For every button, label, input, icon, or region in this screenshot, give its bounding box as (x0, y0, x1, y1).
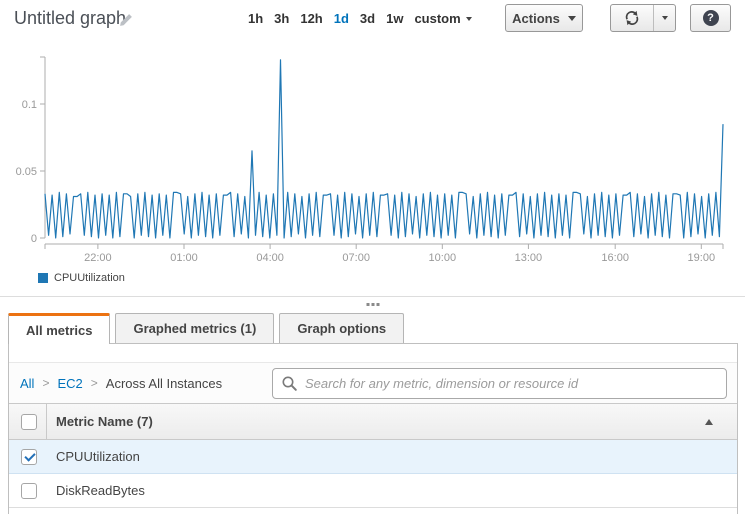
refresh-button[interactable] (611, 5, 654, 31)
row-checkbox[interactable] (21, 483, 37, 499)
tab-all-metrics[interactable]: All metrics (8, 313, 110, 344)
metrics-panel: All > EC2 > Across All Instances Metric Name… (8, 343, 738, 514)
time-range-1w[interactable]: 1w (386, 11, 403, 26)
chevron-down-icon (568, 16, 576, 21)
breadcrumb-item-across-all-instances: Across All Instances (106, 376, 222, 391)
breadcrumb-separator: > (42, 376, 49, 390)
y-tick-label: 0 (31, 233, 37, 245)
search-icon (281, 375, 298, 392)
refresh-button-group (610, 4, 676, 32)
cloudwatch-metrics-page: Untitled graph 1h 3h 12h 1d 3d 1w custom Actio… (0, 0, 745, 514)
table-row-cpuutilization[interactable]: CPUUtilization (9, 440, 737, 474)
help-button[interactable]: ? (690, 4, 731, 32)
pencil-icon[interactable] (118, 12, 134, 28)
chevron-down-icon (466, 17, 472, 21)
tab-graphed-metrics-1[interactable]: Graphed metrics (1) (115, 313, 274, 343)
actions-button[interactable]: Actions (505, 4, 583, 32)
legend-swatch (38, 273, 48, 283)
breadcrumb-item-ec2[interactable]: EC2 (57, 376, 82, 391)
x-tick-label: 19:00 (688, 252, 716, 264)
breadcrumb-separator: > (91, 376, 98, 390)
y-tick-label: 0.05 (16, 166, 37, 178)
table-row-diskreadbytes[interactable]: DiskReadBytes (9, 474, 737, 508)
x-tick-label: 22:00 (84, 252, 112, 264)
metrics-toolbar: All > EC2 > Across All Instances (9, 362, 737, 403)
drag-handle-icon[interactable] (360, 301, 385, 308)
legend-label: CPUUtilization (54, 272, 125, 284)
refresh-dropdown-button[interactable] (654, 5, 675, 31)
x-tick-label: 04:00 (256, 252, 284, 264)
page-title: Untitled graph (14, 8, 126, 29)
breadcrumb-item-all[interactable]: All (20, 376, 34, 391)
search-box (272, 368, 727, 399)
y-tick-label: 0.1 (22, 99, 37, 111)
time-range-group: 1h 3h 12h 1d 3d 1w custom (248, 11, 472, 26)
time-range-3h[interactable]: 3h (274, 11, 289, 26)
metric-name-header[interactable]: Metric Name (7) (9, 403, 737, 440)
x-tick-label: 07:00 (342, 252, 370, 264)
time-range-3d[interactable]: 3d (360, 11, 375, 26)
chart-legend-item[interactable]: CPUUtilization (38, 272, 125, 284)
metric-rows: CPUUtilization DiskReadBytes (9, 440, 737, 514)
checkbox-cell (9, 474, 47, 507)
tab-graph-options[interactable]: Graph options (279, 313, 404, 343)
time-range-1h[interactable]: 1h (248, 11, 263, 26)
panel-divider (0, 296, 745, 297)
actions-button-label: Actions (512, 11, 560, 26)
time-range-12h[interactable]: 12h (300, 11, 322, 26)
metric-name-header-label: Metric Name (7) (56, 414, 153, 429)
x-tick-label: 16:00 (601, 252, 629, 264)
select-all-checkbox[interactable] (21, 414, 37, 430)
x-tick-label: 13:00 (515, 252, 543, 264)
time-range-1d[interactable]: 1d (334, 11, 349, 26)
metric-name-cell: CPUUtilization (56, 449, 140, 464)
breadcrumb: All > EC2 > Across All Instances (20, 376, 222, 391)
x-tick-label: 10:00 (429, 252, 457, 264)
row-checkbox[interactable] (21, 449, 37, 465)
metric-name-cell: DiskReadBytes (56, 483, 145, 498)
help-icon: ? (703, 10, 719, 26)
sort-asc-icon (705, 419, 713, 425)
chevron-down-icon (662, 16, 668, 20)
x-tick-label: 01:00 (170, 252, 198, 264)
select-all-cell (9, 404, 47, 439)
checkbox-cell (9, 440, 47, 473)
metrics-chart[interactable]: 0 0.05 0.1 22:00 01:00 04:00 07:00 10:00 13:00 16… (0, 35, 745, 290)
refresh-icon (624, 10, 640, 26)
time-range-custom[interactable]: custom (414, 11, 471, 26)
chart-line (45, 60, 723, 238)
tabs: All metricsGraphed metrics (1)Graph opti… (8, 313, 404, 344)
search-input[interactable] (272, 368, 727, 399)
